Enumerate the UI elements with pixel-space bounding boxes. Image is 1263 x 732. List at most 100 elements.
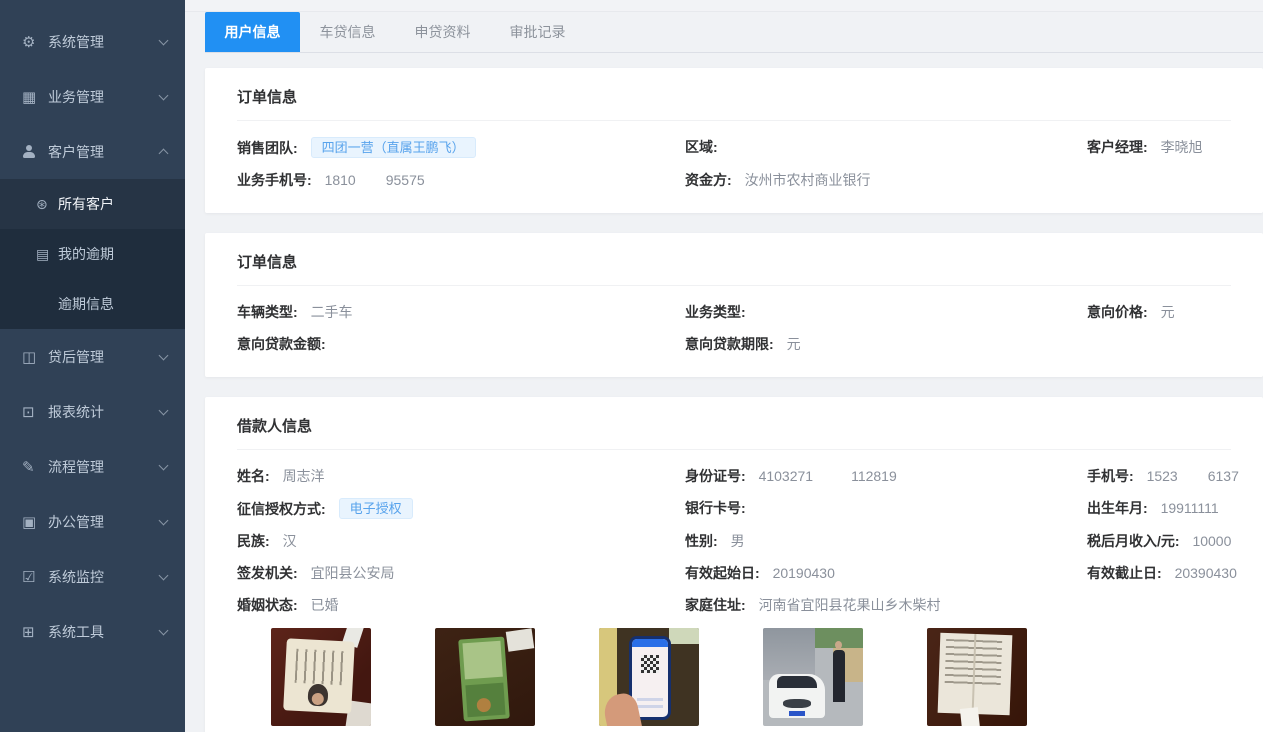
customers-icon bbox=[36, 196, 58, 213]
photo-shape bbox=[789, 711, 805, 716]
loan-icon bbox=[22, 348, 48, 366]
sidebar-item-label: 系统监控 bbox=[48, 567, 160, 587]
photo-shape bbox=[458, 636, 510, 721]
order-info-card-1: 订单信息 销售团队: 四团一营（直属王鹏飞） 区域: 客户经理: 李晓旭 业务手… bbox=[205, 68, 1263, 213]
credit-auth-tag: 电子授权 bbox=[339, 498, 413, 519]
photo-shape bbox=[283, 638, 355, 713]
sidebar-item-my-overdue[interactable]: 我的逾期 bbox=[0, 229, 185, 279]
photo-shape bbox=[960, 707, 980, 726]
sidebar-item-system-monitor[interactable]: 系统监控 bbox=[0, 549, 185, 604]
sidebar-item-label: 逾期信息 bbox=[58, 294, 114, 314]
sidebar-item-label: 贷后管理 bbox=[48, 347, 160, 367]
order-info-card-2: 订单信息 车辆类型: 二手车 业务类型: 意向价格: 元 意向贷款金额: 意向贷… bbox=[205, 233, 1263, 377]
photo-shape bbox=[462, 641, 502, 680]
field-marital-status: 婚姻状态: 已婚 bbox=[237, 595, 685, 616]
customer-mgmt-submenu: 所有客户 我的逾期 逾期信息 bbox=[0, 179, 185, 329]
sidebar: 系统管理 业务管理 客户管理 所有客户 我的逾期 逾期信息 贷后管理 报表统计 bbox=[0, 0, 185, 732]
field-credit-auth-method: 征信授权方式: 电子授权 bbox=[237, 498, 685, 520]
sidebar-item-postloan-mgmt[interactable]: 贷后管理 bbox=[0, 329, 185, 384]
chevron-down-icon bbox=[159, 90, 169, 100]
field-monthly-income: 税后月收入/元: 10000 bbox=[1087, 531, 1239, 552]
field-vehicle-type: 车辆类型: 二手车 bbox=[237, 302, 685, 323]
report-icon bbox=[22, 403, 48, 421]
tab-approval-records[interactable]: 审批记录 bbox=[490, 12, 585, 52]
photo-shape bbox=[938, 633, 1013, 715]
sidebar-item-label: 流程管理 bbox=[48, 457, 160, 477]
person-car-photo[interactable] bbox=[763, 628, 863, 726]
tab-user-info[interactable]: 用户信息 bbox=[205, 12, 300, 52]
photo-shape bbox=[777, 676, 817, 688]
person-shape bbox=[833, 650, 845, 702]
sales-team-tag: 四团一营（直属王鹏飞） bbox=[311, 137, 476, 158]
field-issuing-authority: 签发机关: 宜阳县公安局 bbox=[237, 563, 685, 584]
sidebar-item-overdue-info[interactable]: 逾期信息 bbox=[0, 279, 185, 329]
photo-shape bbox=[632, 639, 668, 647]
qr-code-shape bbox=[641, 655, 659, 673]
redaction-block bbox=[1178, 471, 1208, 483]
borrower-info-card: 借款人信息 姓名: 周志洋 身份证号: 4103271112819 手机号: 1… bbox=[205, 397, 1263, 732]
photo-shape bbox=[835, 641, 842, 649]
sidebar-item-system-mgmt[interactable]: 系统管理 bbox=[0, 14, 185, 69]
user-icon bbox=[22, 145, 48, 158]
sidebar-item-label: 报表统计 bbox=[48, 402, 160, 422]
tab-loan-application-docs[interactable]: 申贷资料 bbox=[395, 12, 490, 52]
chevron-down-icon bbox=[159, 515, 169, 525]
top-divider bbox=[185, 0, 1263, 12]
redaction-block bbox=[356, 175, 386, 187]
chevron-down-icon bbox=[159, 35, 169, 45]
tools-icon bbox=[22, 623, 48, 641]
sidebar-item-report-stats[interactable]: 报表统计 bbox=[0, 384, 185, 439]
field-intent-loan-amount: 意向贷款金额: bbox=[237, 334, 685, 355]
sidebar-item-business-mgmt[interactable]: 业务管理 bbox=[0, 69, 185, 124]
borrower-photos: 身份证 驾驶证照片 bbox=[237, 628, 1231, 732]
handwritten-document-photo[interactable] bbox=[927, 628, 1027, 726]
car-shape bbox=[769, 674, 825, 718]
sidebar-item-flow-mgmt[interactable]: 流程管理 bbox=[0, 439, 185, 494]
flow-icon bbox=[22, 458, 48, 476]
sidebar-item-all-customers[interactable]: 所有客户 bbox=[0, 179, 185, 229]
field-valid-to: 有效截止日: 20390430 bbox=[1087, 563, 1239, 584]
field-id-number: 身份证号: 4103271112819 bbox=[685, 466, 1087, 487]
monitor-icon bbox=[22, 568, 48, 586]
sidebar-item-label: 业务管理 bbox=[48, 87, 160, 107]
chevron-down-icon bbox=[159, 570, 169, 580]
tab-car-loan-info[interactable]: 车贷信息 bbox=[300, 12, 395, 52]
id-card-photo[interactable] bbox=[271, 628, 371, 726]
sidebar-item-label: 系统管理 bbox=[48, 32, 160, 52]
sidebar-item-label: 办公管理 bbox=[48, 512, 160, 532]
detail-tabs: 用户信息 车贷信息 申贷资料 审批记录 bbox=[205, 12, 1263, 53]
field-gender: 性别: 男 bbox=[685, 531, 1087, 552]
photo-shape bbox=[506, 628, 535, 651]
field-valid-from: 有效起始日: 20190430 bbox=[685, 563, 1087, 584]
chevron-down-icon bbox=[159, 350, 169, 360]
sidebar-item-label: 我的逾期 bbox=[58, 244, 114, 264]
grid-icon bbox=[22, 88, 48, 106]
field-sales-team: 销售团队: 四团一营（直属王鹏飞） bbox=[237, 137, 685, 159]
field-mobile: 手机号: 15236137 bbox=[1087, 466, 1239, 487]
photo-item: 其他材料 bbox=[927, 628, 1027, 732]
field-intent-price: 意向价格: 元 bbox=[1087, 302, 1231, 323]
photo-shape bbox=[637, 698, 663, 701]
sidebar-item-customer-mgmt[interactable]: 客户管理 bbox=[0, 124, 185, 179]
photo-item: 人车合影 bbox=[763, 628, 863, 732]
field-intent-loan-term: 意向贷款期限: 元 bbox=[685, 334, 1087, 355]
photo-item: 身份证 bbox=[271, 628, 371, 732]
field-name: 姓名: 周志洋 bbox=[237, 466, 685, 487]
field-bank-card: 银行卡号: bbox=[685, 498, 1087, 520]
card-title: 订单信息 bbox=[237, 251, 1231, 286]
chevron-down-icon bbox=[159, 460, 169, 470]
card-title: 订单信息 bbox=[237, 86, 1231, 121]
chevron-down-icon bbox=[159, 625, 169, 635]
sidebar-item-label: 系统工具 bbox=[48, 622, 160, 642]
sidebar-item-office-mgmt[interactable]: 办公管理 bbox=[0, 494, 185, 549]
photo-shape bbox=[669, 628, 699, 644]
phone-qr-photo[interactable] bbox=[599, 628, 699, 726]
photo-shape bbox=[783, 699, 811, 708]
sidebar-item-label: 客户管理 bbox=[48, 142, 160, 162]
gear-icon bbox=[22, 33, 48, 51]
field-birth-date: 出生年月: 19911111 bbox=[1087, 498, 1239, 520]
field-ethnicity: 民族: 汉 bbox=[237, 531, 685, 552]
sidebar-item-system-tools[interactable]: 系统工具 bbox=[0, 604, 185, 659]
photo-item: 征信授权 bbox=[599, 628, 699, 732]
license-booklet-photo[interactable] bbox=[435, 628, 535, 726]
